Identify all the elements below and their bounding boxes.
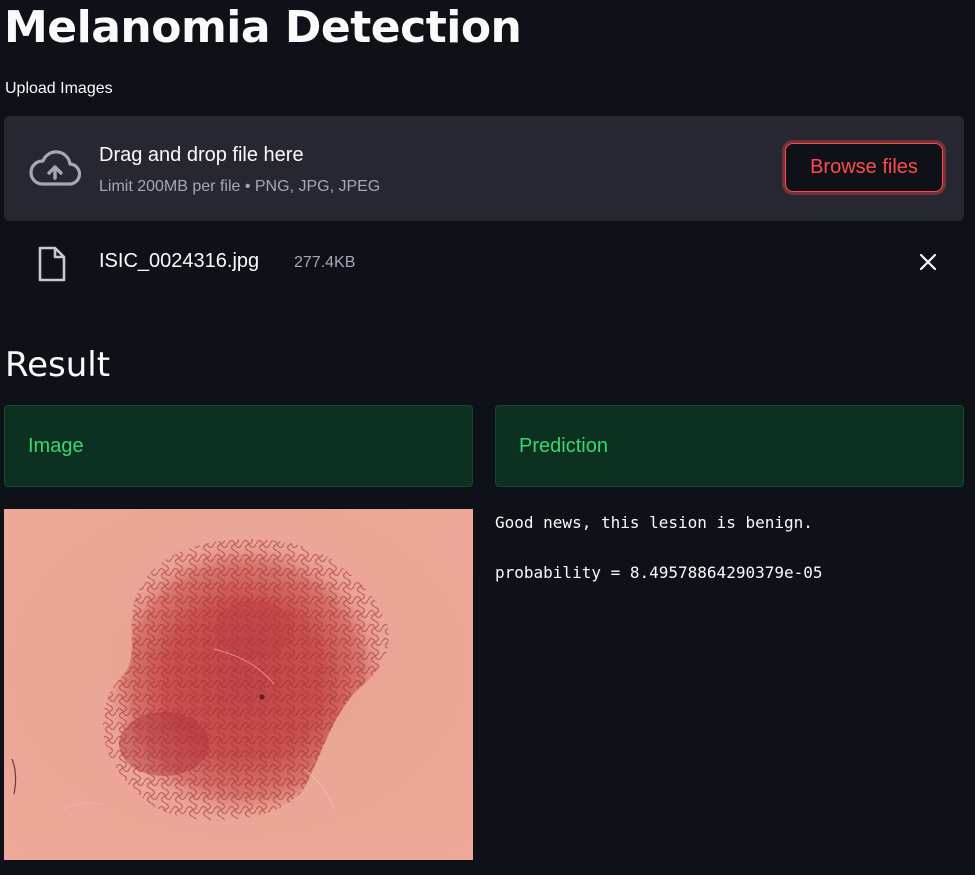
upload-label: Upload Images [5,80,113,97]
prediction-message: Good news, this lesion is benign. [495,513,813,532]
close-icon[interactable] [916,250,940,274]
dropzone-limit-text: Limit 200MB per file • PNG, JPG, JPEG [99,178,381,195]
uploaded-file-row: ISIC_0024316.jpg 277.4KB [4,238,964,290]
image-column-header: Image [4,405,473,487]
prediction-column-header-label: Prediction [519,435,608,457]
lesion-image [4,509,473,860]
file-dropzone[interactable]: Drag and drop file here Limit 200MB per … [4,116,964,221]
uploaded-file-size: 277.4KB [294,254,356,271]
prediction-column-header: Prediction [495,405,964,487]
cloud-upload-icon [29,150,82,186]
uploaded-file-name: ISIC_0024316.jpg [99,250,260,272]
result-heading: Result [5,345,111,385]
prediction-probability: probability = 8.49578864290379e-05 [495,563,823,582]
dropzone-title: Drag and drop file here [99,144,304,166]
file-icon [38,246,66,282]
image-column-header-label: Image [28,435,84,457]
page-title: Melanomia Detection [4,2,522,53]
browse-files-button[interactable]: Browse files [785,143,943,192]
